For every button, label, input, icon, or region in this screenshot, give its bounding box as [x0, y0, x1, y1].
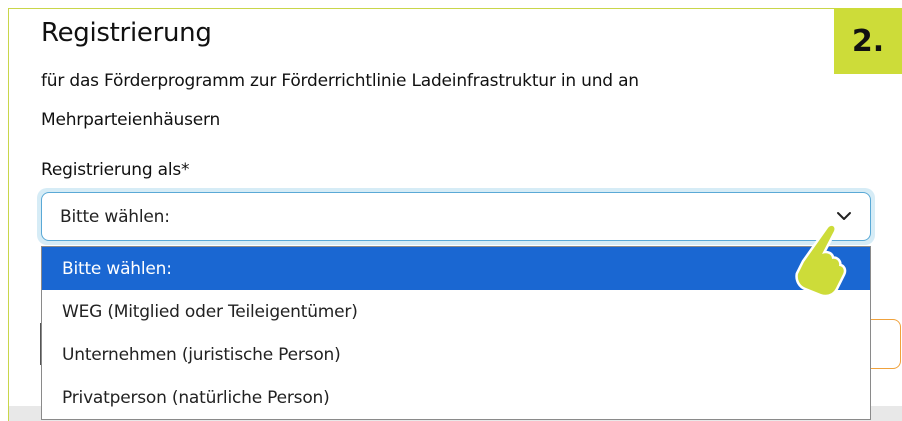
- select-current-value: Bitte wählen:: [60, 206, 170, 227]
- registration-type-select[interactable]: Bitte wählen:: [41, 192, 871, 241]
- step-badge: 2.: [834, 8, 902, 74]
- dropdown-option-privatperson[interactable]: Privatperson (natürliche Person): [42, 376, 870, 419]
- registration-type-label: Registrierung als*: [41, 160, 190, 180]
- dropdown-option-weg[interactable]: WEG (Mitglied oder Teileigentümer): [42, 290, 870, 333]
- page-subtitle: für das Förderprogramm zur Förderrichtli…: [41, 71, 639, 130]
- pointing-hand-icon: [795, 223, 847, 298]
- page-title: Registrierung: [41, 18, 212, 48]
- dropdown-option-bitte-waehlen[interactable]: Bitte wählen:: [42, 247, 870, 290]
- dropdown-option-unternehmen[interactable]: Unternehmen (juristische Person): [42, 333, 870, 376]
- registration-type-dropdown: Bitte wählen: WEG (Mitglied oder Teileig…: [41, 246, 871, 420]
